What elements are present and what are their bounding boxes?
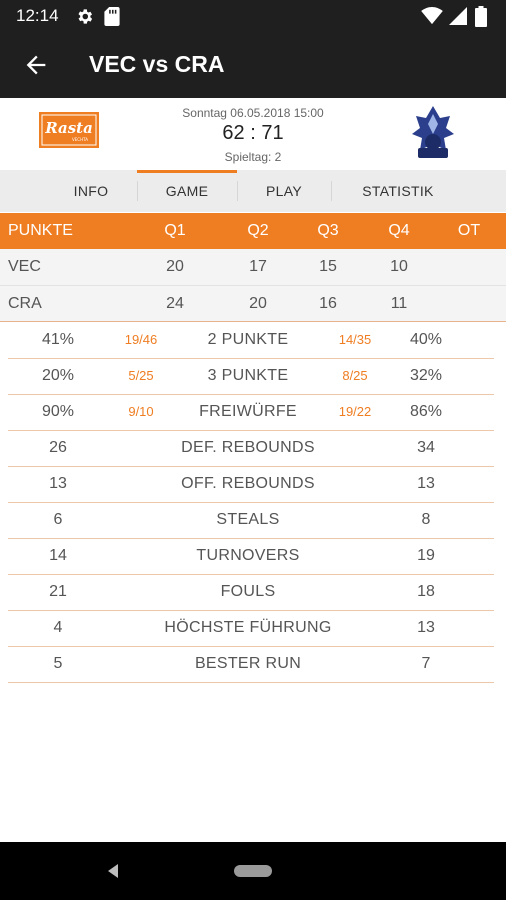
sd-card-icon (104, 7, 120, 31)
stat-away-value: 7 (421, 655, 431, 672)
stat-name: FOULS (220, 583, 276, 600)
stat-row: 13 OFF. REBOUNDS 13 (8, 466, 494, 503)
stat-home-value: 21 (49, 583, 67, 600)
stat-home-value: 26 (49, 439, 67, 456)
quarter-score: 16 (319, 295, 337, 312)
quarter-score: 11 (390, 295, 408, 312)
stat-row: 14 TURNOVERS 19 (8, 538, 494, 575)
stat-home-value: 41% (41, 331, 75, 348)
stat-home-value: 14 (49, 547, 67, 564)
quarter-label-ot: OT (457, 222, 481, 239)
stat-home-value: 4 (53, 619, 63, 636)
page-title: VEC vs CRA (89, 51, 225, 77)
stat-row: 90% 9/10 FREIWÜRFE 19/22 86% (8, 394, 494, 431)
stat-away-value: 13 (417, 475, 435, 492)
quarter-score: 24 (166, 295, 184, 312)
status-bar: 12:14 (0, 0, 506, 32)
stat-name: DEF. REBOUNDS (181, 439, 315, 456)
quarter-score (439, 286, 499, 322)
stat-away-value: 19 (417, 547, 435, 564)
tab-play[interactable]: PLAY (237, 170, 331, 212)
nav-back-icon[interactable] (104, 862, 122, 880)
quarter-label-q1: Q1 (164, 222, 186, 239)
quarter-score: 17 (249, 258, 267, 275)
stat-name: STEALS (216, 511, 280, 528)
stat-name: HÖCHSTE FÜHRUNG (164, 619, 332, 636)
stat-home-value: 20% (41, 367, 75, 384)
quarter-row-home: VEC 20 17 15 10 (0, 249, 506, 285)
quarter-header: PUNKTE Q1 Q2 Q3 Q4 OT (0, 213, 506, 249)
quarter-score (439, 249, 499, 285)
stat-row: 4 HÖCHSTE FÜHRUNG 13 (8, 610, 494, 647)
points-label: PUNKTE (8, 222, 73, 239)
team-name: CRA (8, 295, 42, 312)
nav-home-pill[interactable] (234, 865, 272, 877)
quarter-score: 15 (319, 258, 337, 275)
stat-away-value: 13 (417, 619, 435, 636)
stat-away-value: 34 (417, 439, 435, 456)
stat-row: 20% 5/25 3 PUNKTE 8/25 32% (8, 358, 494, 395)
game-header: Rasta VECHTA Sonntag 06.05.2018 15:00 62… (0, 98, 506, 170)
tab-statistik[interactable]: STATISTIK (331, 170, 465, 212)
stat-home-value: 13 (49, 475, 67, 492)
quarter-score: 20 (249, 295, 267, 312)
stat-row: 21 FOULS 18 (8, 574, 494, 611)
stat-away-value: 86% (409, 403, 443, 420)
stat-away-value: 40% (409, 331, 443, 348)
team-name: VEC (8, 258, 41, 275)
stat-name: BESTER RUN (194, 655, 302, 672)
stat-row: 26 DEF. REBOUNDS 34 (8, 430, 494, 467)
quarter-label-q3: Q3 (317, 222, 339, 239)
quarter-score: 10 (390, 258, 408, 275)
settings-icon (75, 7, 94, 31)
status-time: 12:14 (16, 6, 59, 25)
stat-home-value: 5 (53, 655, 63, 672)
stat-name: 2 PUNKTE (207, 331, 289, 348)
stat-row: 41% 19/46 2 PUNKTE 14/35 40% (8, 322, 494, 359)
wifi-icon (421, 7, 443, 30)
stat-away-value: 18 (417, 583, 435, 600)
tab-info[interactable]: INFO (45, 170, 137, 212)
stat-row: 5 BESTER RUN 7 (8, 646, 494, 683)
stat-away-value: 8 (421, 511, 431, 528)
stat-name: TURNOVERS (196, 547, 300, 564)
tab-game[interactable]: GAME (137, 170, 237, 212)
stat-row: 6 STEALS 8 (8, 502, 494, 539)
stat-home-value: 90% (41, 403, 75, 420)
tab-bar: INFO GAME PLAY STATISTIK (0, 170, 506, 212)
stat-name: OFF. REBOUNDS (181, 475, 315, 492)
stat-home-value: 6 (53, 511, 63, 528)
quarter-score: 20 (166, 258, 184, 275)
quarter-label-q2: Q2 (247, 222, 269, 239)
stat-name: 3 PUNKTE (207, 367, 289, 384)
quarter-label-q4: Q4 (388, 222, 410, 239)
away-team-logo (410, 104, 456, 162)
stat-name: FREIWÜRFE (199, 403, 297, 420)
system-nav-bar (0, 842, 506, 900)
back-arrow-icon[interactable] (22, 51, 50, 79)
quarter-row-away: CRA 24 20 16 11 (0, 285, 506, 322)
app-bar: VEC vs CRA (0, 32, 506, 98)
signal-icon (449, 7, 467, 30)
battery-icon (475, 6, 487, 32)
stat-away-value: 32% (409, 367, 443, 384)
